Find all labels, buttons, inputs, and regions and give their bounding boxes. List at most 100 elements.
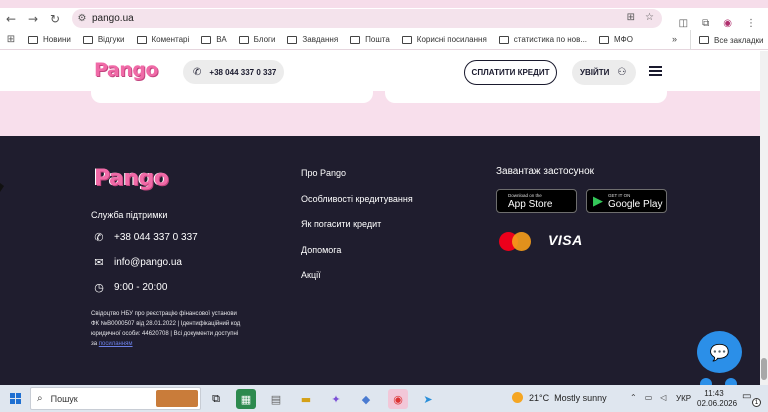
footer-phone[interactable]: ✆ +38 044 337 0 337 xyxy=(92,231,198,244)
profile-icon[interactable]: ◉ xyxy=(723,18,732,29)
forward-icon[interactable]: → xyxy=(22,8,44,30)
bookmark-folder[interactable]: Блоги xyxy=(238,35,275,44)
google-play-button[interactable]: ▶ GET IT ON Google Play xyxy=(586,189,667,213)
more-bookmarks-button[interactable]: » xyxy=(672,34,677,44)
start-button[interactable] xyxy=(0,385,30,412)
bookmark-label: МФО xyxy=(614,35,633,44)
footer-link-about[interactable]: Про Pango xyxy=(301,168,413,194)
phone-button[interactable]: ✆ +38 044 337 0 337 xyxy=(183,60,284,84)
menu-kebab-icon[interactable]: ⋮ xyxy=(746,18,756,29)
folder-icon xyxy=(699,36,709,44)
folder-icon xyxy=(401,35,412,44)
network-icon[interactable]: ▭ xyxy=(645,393,653,402)
scroll-thumb[interactable] xyxy=(761,358,767,380)
chat-widget-icon[interactable]: 💬 xyxy=(697,331,742,373)
login-label: УВІЙТИ xyxy=(580,68,610,77)
folder-icon xyxy=(201,35,212,44)
folder-icon xyxy=(238,35,249,44)
folder-icon xyxy=(82,35,93,44)
chat-widget-ear xyxy=(725,378,737,385)
clock-date: 02.06.2026 xyxy=(697,399,738,408)
tab-strip xyxy=(0,0,768,8)
telegram-icon[interactable]: ➤ xyxy=(418,389,438,409)
footer-hours-text: 9:00 - 20:00 xyxy=(114,282,168,293)
bookmark-folder[interactable]: Новини xyxy=(28,35,71,44)
mouse-cursor-icon xyxy=(0,183,4,192)
footer-email-text: info@pango.ua xyxy=(114,257,182,268)
file-explorer-icon[interactable]: ▬ xyxy=(296,389,316,409)
legal-link[interactable]: посиланням xyxy=(99,341,133,347)
folder-icon xyxy=(599,35,610,44)
system-tray: ⌃ ▭ ◁ xyxy=(630,393,666,402)
all-bookmarks-button[interactable]: Все закладки xyxy=(690,30,763,50)
app-icon[interactable]: ◆ xyxy=(356,389,376,409)
pay-credit-button[interactable]: СПЛАТИТИ КРЕДИТ xyxy=(464,60,557,85)
phone-number: +38 044 337 0 337 xyxy=(209,67,277,77)
bookmark-folder[interactable]: Завдання xyxy=(287,35,338,44)
footer-phone-text: +38 044 337 0 337 xyxy=(114,232,198,243)
chevron-up-icon[interactable]: ⌃ xyxy=(630,393,637,402)
apps-title: Завантаж застосунок xyxy=(496,166,595,177)
bookmark-star-icon[interactable]: ☆ xyxy=(645,12,654,23)
extensions-icon[interactable]: ⧉ xyxy=(702,18,709,29)
back-icon[interactable]: ← xyxy=(0,8,22,30)
bookmark-label: Корисні посилання xyxy=(416,35,487,44)
page-scrollbar[interactable] xyxy=(760,51,768,385)
phone-icon: ✆ xyxy=(193,66,202,78)
bookmark-label: Пошта xyxy=(365,35,390,44)
apps-grid-icon[interactable]: ⊞ xyxy=(0,34,22,45)
footer-hours: ◷ 9:00 - 20:00 xyxy=(92,281,167,294)
bookmark-folder[interactable]: Коментарі xyxy=(136,35,189,44)
app-store-button[interactable]: Download on the App Store xyxy=(496,189,577,213)
hamburger-menu-icon[interactable] xyxy=(649,66,662,76)
url-text[interactable]: pango.ua xyxy=(92,13,134,24)
folder-icon xyxy=(498,35,509,44)
calculator-icon[interactable]: ▤ xyxy=(266,389,286,409)
google-play-big: Google Play xyxy=(608,198,663,210)
bookmark-folder[interactable]: Пошта xyxy=(350,35,390,44)
footer-email[interactable]: ✉ info@pango.ua xyxy=(92,256,182,269)
taskbar-search[interactable]: ⌕ Пошук xyxy=(30,387,201,410)
screenshot-icon[interactable]: ◫ xyxy=(679,18,688,29)
bookmark-folder[interactable]: статистика по нов... xyxy=(498,35,587,44)
bookmark-label: Новини xyxy=(43,35,71,44)
web-page: Pango ✆ +38 044 337 0 337 СПЛАТИТИ КРЕДИ… xyxy=(0,51,760,385)
bookmark-folder[interactable]: Відгуки xyxy=(82,35,125,44)
login-button[interactable]: УВІЙТИ ⚇ xyxy=(572,60,636,85)
sun-icon xyxy=(512,392,523,403)
bookmark-folder[interactable]: ВА xyxy=(201,35,227,44)
clock[interactable]: 11:43 02.06.2026 xyxy=(697,389,738,409)
search-icon: ⌕ xyxy=(37,393,43,404)
volume-icon[interactable]: ◁ xyxy=(660,393,666,402)
notification-icon[interactable]: ▭ xyxy=(742,391,751,402)
weather-widget[interactable]: 21°C Mostly sunny xyxy=(512,392,607,403)
task-view-icon[interactable]: ⧉ xyxy=(206,389,226,409)
omnibox[interactable]: ⚙ pango.ua ⊞ ☆ xyxy=(72,9,662,28)
copilot-icon[interactable]: ✦ xyxy=(326,389,346,409)
folder-icon xyxy=(287,35,298,44)
chat-widget-ear xyxy=(700,378,712,385)
reload-icon[interactable]: ↻ xyxy=(44,8,66,30)
footer-link-help[interactable]: Допомога xyxy=(301,245,413,271)
bookmark-folder[interactable]: МФО xyxy=(599,35,633,44)
bookmark-label: Відгуки xyxy=(97,35,125,44)
store-app-icon[interactable]: ▦ xyxy=(236,389,256,409)
footer-logo[interactable]: Pango xyxy=(94,166,169,191)
all-bookmarks-label: Все закладки xyxy=(714,35,764,45)
translate-icon[interactable]: ⊞ xyxy=(627,12,635,23)
mail-icon: ✉ xyxy=(94,256,104,269)
footer-link-repay[interactable]: Як погасити кредит xyxy=(301,219,413,245)
address-bar-row: ← → ↻ ⚙ pango.ua ⊞ ☆ ◫ ⧉ ◉ ⋮ xyxy=(0,8,768,30)
mastercard-logo xyxy=(499,230,533,252)
footer-links: Про Pango Особливості кредитування Як по… xyxy=(301,168,413,296)
site-footer: Pango Служба підтримки ✆ +38 044 337 0 3… xyxy=(0,136,760,385)
site-logo[interactable]: Pango xyxy=(94,59,158,81)
windows-taskbar: ⌕ Пошук ⧉ ▦ ▤ ▬ ✦ ◆ ◉ ➤ 21°C Mostly sunn… xyxy=(0,385,768,412)
bookmark-folder[interactable]: Корисні посилання xyxy=(401,35,487,44)
site-info-icon[interactable]: ⚙ xyxy=(72,13,92,24)
footer-link-promos[interactable]: Акції xyxy=(301,270,413,296)
weather-temp: 21°C xyxy=(529,392,550,403)
chrome-icon[interactable]: ◉ xyxy=(388,389,408,409)
language-indicator[interactable]: УКР xyxy=(676,394,691,403)
footer-link-features[interactable]: Особливості кредитування xyxy=(301,194,413,220)
